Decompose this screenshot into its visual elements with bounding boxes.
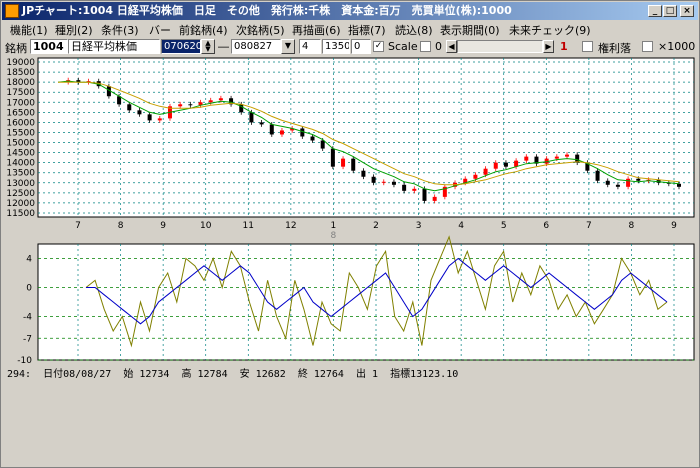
candle-body	[249, 112, 254, 123]
month-tick-label: 11	[243, 221, 254, 231]
candle-body	[310, 136, 315, 141]
candle-body	[351, 158, 356, 171]
month-tick-label: 3	[416, 221, 422, 231]
candle-body	[157, 118, 162, 121]
price-tick-label: 15000	[6, 139, 35, 149]
candle-body	[432, 196, 437, 201]
price-tick-label: 13500	[6, 169, 35, 179]
candle-body	[259, 122, 264, 125]
candle-body	[636, 178, 641, 181]
candle-body	[381, 181, 386, 183]
candle-body	[218, 98, 223, 101]
price-tick-label: 14500	[6, 149, 35, 159]
candle-body	[341, 158, 346, 167]
price-tick-label: 17000	[6, 98, 35, 108]
candle-body	[330, 148, 335, 167]
candle-body	[554, 156, 559, 159]
month-tick-label: 2	[373, 221, 379, 231]
month-tick-label: 8	[118, 221, 124, 231]
month-tick-label: 8	[629, 221, 635, 231]
candle-body	[269, 124, 274, 135]
candle-body	[412, 188, 417, 191]
candle-body	[402, 184, 407, 191]
indicator-tick-label: 4	[26, 255, 32, 265]
candle-body	[320, 140, 325, 149]
candle-body	[300, 128, 305, 137]
candle-body	[473, 174, 478, 179]
chart-area: 1150012000125001300013500140001450015000…	[6, 57, 695, 363]
price-tick-label: 14000	[6, 159, 35, 169]
price-panel	[37, 57, 695, 218]
indicator-tick-label: -10	[17, 356, 32, 363]
price-tick-label: 17500	[6, 88, 35, 98]
price-tick-label: 19000	[6, 58, 35, 68]
month-tick-label: 5	[501, 221, 507, 231]
price-tick-label: 16500	[6, 108, 35, 118]
indicator-panel	[37, 243, 695, 361]
candle-body	[361, 170, 366, 177]
price-tick-label: 18000	[6, 78, 35, 88]
candle-body	[391, 181, 396, 185]
price-tick-label: 12000	[6, 199, 35, 209]
candle-body	[615, 184, 620, 187]
price-tick-label: 15500	[6, 128, 35, 138]
price-tick-label: 18500	[6, 68, 35, 78]
price-tick-label: 16000	[6, 118, 35, 128]
candle-body	[178, 104, 183, 107]
candle-body	[483, 168, 488, 175]
indicator-tick-label: -7	[23, 334, 32, 344]
candle-body	[503, 162, 508, 167]
candle-body	[605, 180, 610, 185]
candle-body	[422, 188, 427, 201]
candle-body	[147, 114, 152, 121]
month-tick-label: 9	[160, 221, 166, 231]
candle-body	[127, 104, 132, 111]
price-tick-label: 13000	[6, 179, 35, 189]
year-label: 8	[331, 231, 337, 241]
candle-body	[208, 100, 213, 103]
month-tick-label: 6	[543, 221, 549, 231]
candle-body	[524, 156, 529, 161]
month-tick-label: 1	[331, 221, 337, 231]
candle-body	[188, 104, 193, 106]
month-tick-label: 4	[458, 221, 464, 231]
candle-body	[279, 130, 284, 135]
month-tick-label: 10	[200, 221, 212, 231]
price-tick-label: 11500	[6, 209, 35, 219]
candle-body	[677, 183, 681, 187]
app-window: JPチャート:1004 日経平均株価 日足 その他 発行株:千株 資本金:百万 …	[0, 0, 700, 468]
indicator-tick-label: 0	[26, 284, 32, 294]
month-tick-label: 9	[671, 221, 677, 231]
price-tick-label: 12500	[6, 189, 35, 199]
month-tick-label: 12	[285, 221, 296, 231]
candle-body	[371, 176, 376, 183]
candle-body	[565, 154, 570, 157]
status-line: 294: 日付08/08/27 始 12734 高 12784 安 12682 …	[7, 369, 459, 380]
candle-body	[137, 110, 142, 115]
candle-body	[626, 178, 631, 187]
indicator-tick-label: -4	[23, 313, 32, 323]
month-tick-label: 7	[75, 221, 81, 231]
candle-body	[493, 162, 498, 169]
month-tick-label: 7	[586, 221, 592, 231]
candle-body	[595, 170, 600, 181]
